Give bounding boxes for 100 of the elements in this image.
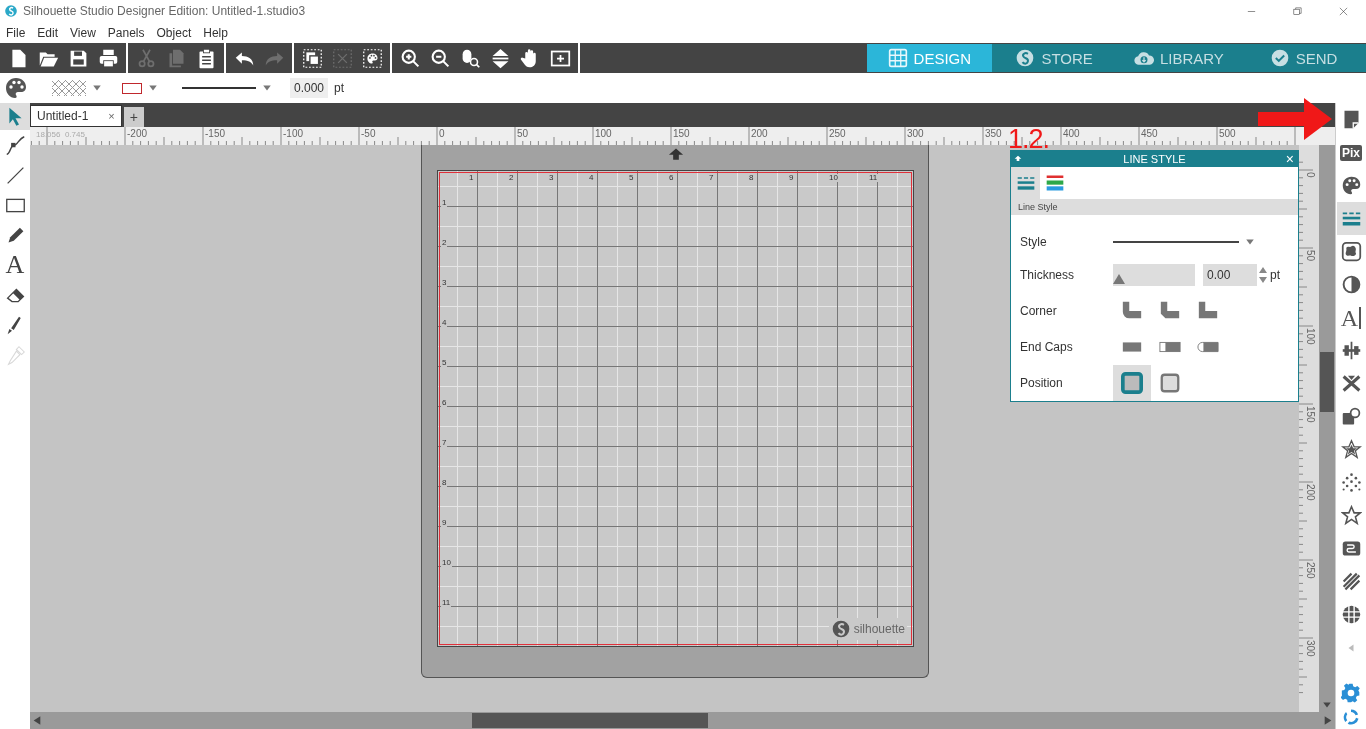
menu-item[interactable]: Edit — [31, 25, 65, 40]
crossed-bars-icon — [1340, 373, 1362, 394]
line-style-tab[interactable] — [1011, 167, 1040, 199]
scroll-down-icon[interactable] — [1321, 700, 1333, 710]
ruler-label: -50 — [361, 128, 376, 139]
ruler-label: -150 — [205, 128, 225, 139]
nav-tab-label: STORE — [1041, 49, 1093, 67]
menu-item[interactable]: Help — [197, 25, 234, 40]
grid-number: 10 — [441, 559, 452, 567]
ruler-label: 0 — [1305, 172, 1316, 178]
fill-pattern-icon — [1340, 241, 1362, 262]
grid-number: 4 — [441, 319, 448, 327]
menu-item[interactable]: Object — [150, 25, 198, 40]
spinner-icon[interactable] — [1259, 266, 1267, 284]
grid-number: 1 — [468, 174, 475, 182]
tab-close-button[interactable]: × — [108, 110, 115, 122]
dots-icon — [1340, 472, 1362, 493]
app-logo-icon — [4, 4, 18, 18]
expand-icon[interactable] — [1014, 155, 1022, 163]
ruler-label: 0 — [439, 128, 445, 139]
grid-number: 11 — [868, 174, 879, 182]
window-title: Silhouette Studio Designer Edition: Untitled-1.studio3 — [23, 4, 306, 18]
ruler-label: 300 — [1305, 640, 1316, 657]
star-icon — [1340, 505, 1362, 526]
grid-number: 5 — [628, 174, 635, 182]
caret-icon[interactable] — [92, 83, 102, 93]
curve-point-icon — [4, 134, 26, 156]
grid-icon — [887, 48, 908, 68]
grid-number: 8 — [441, 479, 448, 487]
grid-number: 5 — [441, 359, 448, 367]
fill-pattern-swatch[interactable] — [52, 80, 86, 96]
add-tab-button[interactable]: + — [123, 107, 144, 127]
check-icon — [1269, 48, 1290, 68]
palette-icon[interactable] — [4, 76, 28, 100]
grid-number: 6 — [441, 399, 448, 407]
align-icon — [1340, 340, 1362, 361]
grid-number: 7 — [708, 174, 715, 182]
slider-thumb[interactable] — [1113, 274, 1125, 284]
menu-item[interactable]: View — [64, 25, 102, 40]
nav-tab-label: LIBRARY — [1159, 49, 1224, 67]
unit-label: pt — [334, 81, 345, 95]
palette-icon — [361, 47, 383, 69]
ruler-label: 500 — [1219, 128, 1236, 139]
inside-position-option[interactable] — [1113, 365, 1151, 401]
ruler-label: 50 — [517, 128, 529, 139]
thickness-field[interactable]: 0.00 — [1203, 264, 1257, 286]
nav-tab-label: DESIGN — [913, 49, 972, 67]
ruler-label: 250 — [829, 128, 846, 139]
ruler-label: 150 — [1305, 406, 1316, 423]
scroll-thumb[interactable] — [472, 713, 708, 728]
scroll-right-icon[interactable] — [1323, 715, 1333, 726]
field-label: End Caps — [1020, 340, 1074, 354]
scroll-left-icon[interactable] — [32, 715, 42, 726]
ruler-label: 200 — [751, 128, 768, 139]
field-label: Corner — [1020, 304, 1058, 318]
grid-number: 3 — [548, 174, 555, 182]
grid-number: 10 — [828, 174, 839, 182]
hatch-icon — [1340, 571, 1362, 592]
menu-item[interactable]: File — [0, 25, 32, 40]
text-tool[interactable]: A — [0, 250, 30, 280]
printer-icon — [97, 47, 119, 69]
grid-number: 1 — [441, 199, 448, 207]
document-tab[interactable]: Untitled-1 × — [30, 105, 122, 127]
caret-icon[interactable] — [262, 83, 272, 93]
grid-sphere-icon — [1340, 604, 1362, 625]
menu-item[interactable]: Panels — [101, 25, 151, 40]
unit-label: pt — [1270, 268, 1280, 282]
nav-tab-label: SEND — [1295, 49, 1338, 67]
section-header: Line Style — [1011, 199, 1298, 215]
grid-number: 6 — [668, 174, 675, 182]
logo-icon — [1015, 48, 1036, 68]
grid-number: 2 — [441, 239, 448, 247]
grid-number: 3 — [441, 279, 448, 287]
ungroup-icon — [331, 47, 353, 69]
vertical-scrollbar[interactable] — [1319, 145, 1335, 712]
panel-title: LINE STYLE — [1123, 153, 1186, 165]
settings-icon[interactable] — [1341, 683, 1361, 703]
star-icon — [1340, 439, 1362, 460]
line-style-dropdown[interactable] — [1113, 237, 1255, 247]
grid-number: 2 — [508, 174, 515, 182]
line-width-field[interactable]: 0.000 — [290, 78, 329, 98]
palette-icon — [1340, 175, 1362, 196]
cursor-coordinates: 18.056 0.745 — [36, 130, 85, 139]
contrast-icon — [1340, 274, 1362, 295]
ruler-label: 100 — [595, 128, 612, 139]
thickness-slider[interactable] — [1113, 264, 1195, 286]
outside-position-icon — [1159, 372, 1181, 394]
panel-close-button[interactable]: × — [1285, 151, 1294, 167]
scroll-thumb[interactable] — [1320, 352, 1334, 412]
stroke-color-swatch[interactable] — [122, 82, 142, 94]
field-label: Position — [1020, 376, 1064, 390]
caret-icon[interactable] — [148, 83, 158, 93]
restore-icon — [1291, 5, 1303, 17]
ruler-label: 150 — [673, 128, 690, 139]
grid-number: 9 — [441, 519, 448, 527]
zoom-in-icon — [399, 47, 421, 69]
horizontal-scrollbar[interactable] — [30, 712, 1335, 729]
sync-icon[interactable] — [1341, 707, 1361, 727]
line-style-panel-icon[interactable] — [1336, 202, 1366, 235]
ruler-label: 450 — [1141, 128, 1158, 139]
